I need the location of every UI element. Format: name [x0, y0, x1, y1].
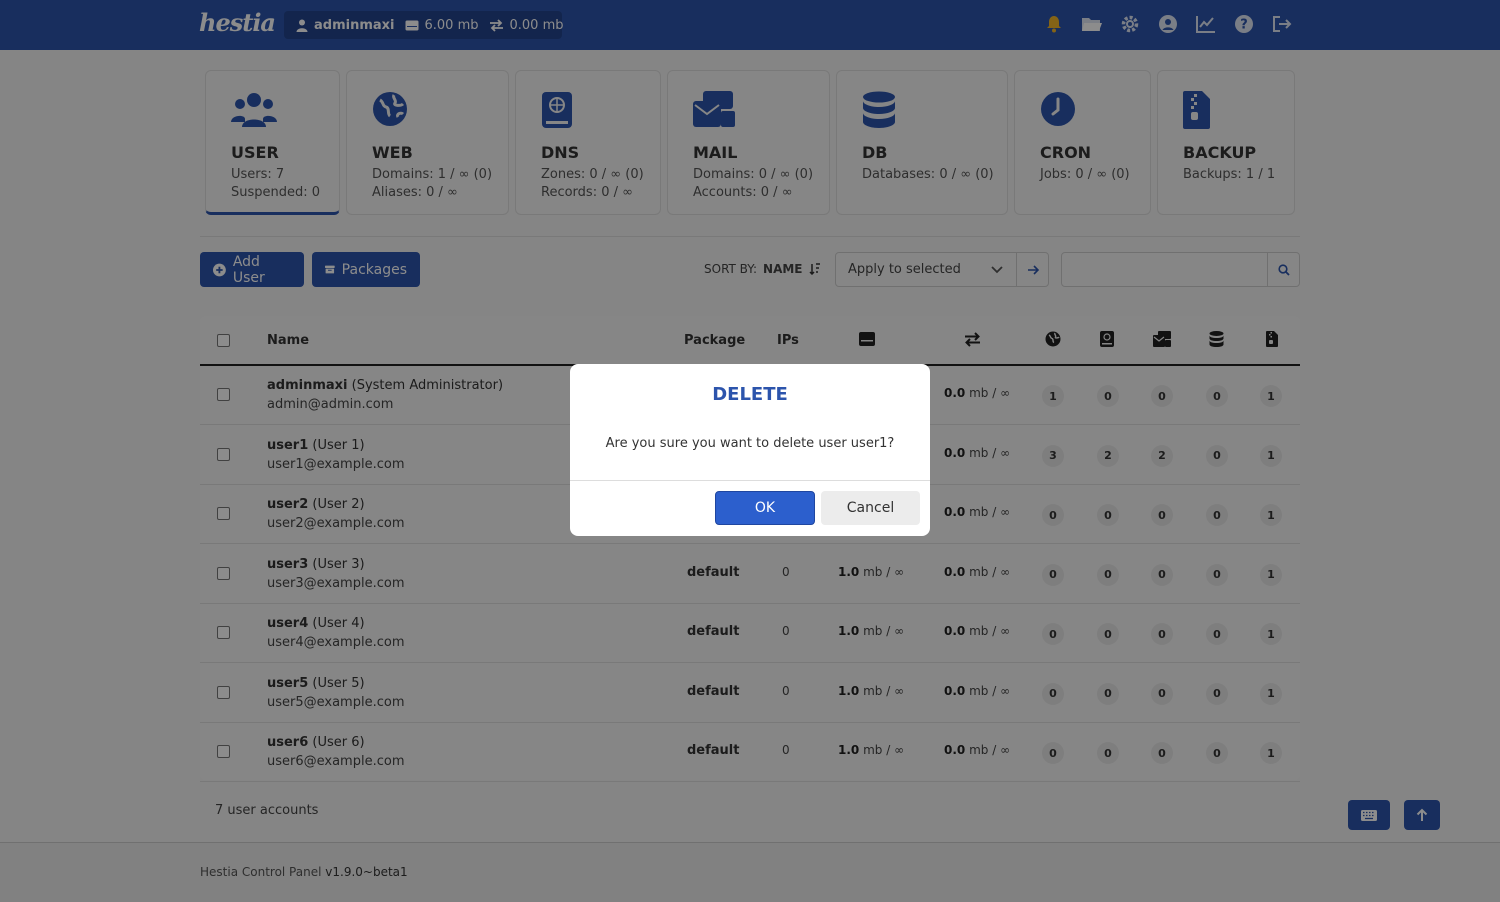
- dialog-title: DELETE: [712, 384, 788, 405]
- cancel-button[interactable]: Cancel: [821, 491, 920, 525]
- dialog-divider: [570, 480, 930, 481]
- delete-dialog: DELETE Are you sure you want to delete u…: [570, 364, 930, 536]
- ok-button[interactable]: OK: [715, 491, 815, 525]
- dialog-message: Are you sure you want to delete user use…: [605, 436, 895, 451]
